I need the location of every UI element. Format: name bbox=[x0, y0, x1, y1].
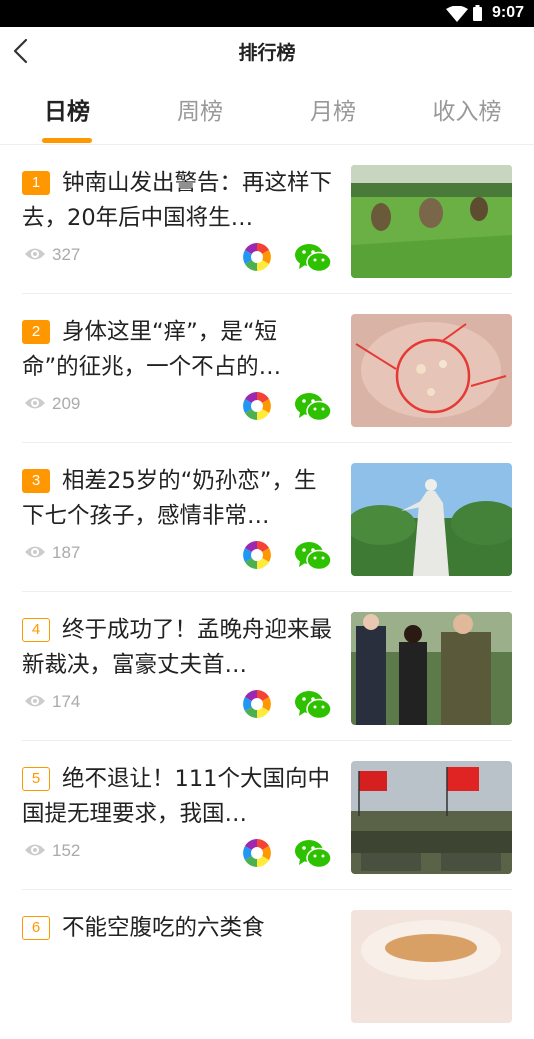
view-count: 152 bbox=[24, 841, 80, 863]
view-count: 187 bbox=[24, 543, 80, 565]
view-count-value: 152 bbox=[52, 841, 81, 860]
rank-badge: 6 bbox=[22, 916, 50, 940]
tab-monthly[interactable]: 月榜 bbox=[278, 92, 388, 126]
article-title-text: 终于成功了！孟晚舟迎来最新裁决，富豪丈夫首… bbox=[22, 617, 332, 678]
wifi-icon bbox=[446, 6, 468, 22]
article-title[interactable]: 4 终于成功了！孟晚舟迎来最新裁决，富豪丈夫首… bbox=[22, 613, 332, 683]
moments-share-icon[interactable] bbox=[242, 689, 272, 719]
list-item[interactable]: 3 相差25岁的“奶孙恋”，生下七个孩子，感情非常… 187 bbox=[0, 443, 534, 592]
wechat-share-icon[interactable] bbox=[294, 541, 332, 571]
people-walking-thumbnail[interactable] bbox=[351, 612, 512, 725]
page-title: 排行榜 bbox=[238, 42, 296, 64]
view-count-value: 327 bbox=[52, 245, 81, 264]
battery-icon bbox=[473, 5, 482, 21]
skin-closeup-thumbnail[interactable] bbox=[351, 314, 512, 427]
article-title-text: 身体这里“痒”，是“短命”的征兆，一个不占的… bbox=[22, 319, 282, 380]
moments-share-icon[interactable] bbox=[242, 391, 272, 421]
statue-thumbnail[interactable] bbox=[351, 463, 512, 576]
active-tab-indicator bbox=[42, 138, 92, 143]
eye-icon bbox=[25, 546, 45, 558]
article-title-text: 不能空腹吃的六类食 bbox=[62, 915, 265, 941]
article-title-text: 钟南山发出警告：再这样下去，20年后中国将生… bbox=[22, 170, 332, 231]
rank-badge: 4 bbox=[22, 618, 50, 642]
article-title[interactable]: 1 钟南山发出警告：再这样下去，20年后中国将生… bbox=[22, 166, 332, 236]
wechat-share-icon[interactable] bbox=[294, 243, 332, 273]
eye-icon bbox=[25, 695, 45, 707]
moments-share-icon[interactable] bbox=[242, 242, 272, 272]
view-count-value: 187 bbox=[52, 543, 81, 562]
rice-field-thumbnail[interactable] bbox=[351, 165, 512, 278]
status-time: 9:07 bbox=[491, 4, 524, 21]
nav-bar: 排行榜 bbox=[0, 27, 534, 77]
tab-daily[interactable]: 日榜 bbox=[12, 92, 122, 126]
article-title-text: 相差25岁的“奶孙恋”，生下七个孩子，感情非常… bbox=[22, 468, 317, 529]
ranking-list: 1 钟南山发出警告：再这样下去，20年后中国将生… 327 2 身体这里“痒”，… bbox=[0, 145, 534, 1039]
tab-weekly[interactable]: 周榜 bbox=[145, 92, 255, 126]
list-item[interactable]: 4 终于成功了！孟晚舟迎来最新裁决，富豪丈夫首… 174 bbox=[0, 592, 534, 741]
rank-badge: 1 bbox=[22, 171, 50, 195]
tab-income[interactable]: 收入榜 bbox=[412, 92, 522, 126]
food-bowl-thumbnail[interactable] bbox=[351, 910, 512, 1023]
moments-share-icon[interactable] bbox=[242, 540, 272, 570]
article-title[interactable]: 2 身体这里“痒”，是“短命”的征兆，一个不占的… bbox=[22, 315, 332, 385]
article-title[interactable]: 3 相差25岁的“奶孙恋”，生下七个孩子，感情非常… bbox=[22, 464, 332, 534]
list-item[interactable]: 5 绝不退让！111个大国向中国提无理要求，我国… 152 bbox=[0, 741, 534, 890]
list-item[interactable]: 2 身体这里“痒”，是“短命”的征兆，一个不占的… 209 bbox=[0, 294, 534, 443]
eye-icon bbox=[25, 844, 45, 856]
view-count-value: 209 bbox=[52, 394, 81, 413]
article-title-text: 绝不退让！111个大国向中国提无理要求，我国… bbox=[22, 766, 330, 827]
wechat-share-icon[interactable] bbox=[294, 392, 332, 422]
eye-icon bbox=[25, 397, 45, 409]
wechat-share-icon[interactable] bbox=[294, 839, 332, 869]
list-item[interactable]: 1 钟南山发出警告：再这样下去，20年后中国将生… 327 bbox=[0, 145, 534, 294]
ranking-tabs: 日榜 周榜 月榜 收入榜 bbox=[0, 80, 534, 145]
list-item[interactable]: 6 不能空腹吃的六类食 bbox=[0, 890, 534, 1039]
rank-badge: 2 bbox=[22, 320, 50, 344]
view-count: 327 bbox=[24, 245, 80, 267]
military-parade-thumbnail[interactable] bbox=[351, 761, 512, 874]
moments-share-icon[interactable] bbox=[242, 838, 272, 868]
rank-badge: 5 bbox=[22, 767, 50, 791]
eye-icon bbox=[25, 248, 45, 260]
view-count-value: 174 bbox=[52, 692, 81, 711]
rank-badge: 3 bbox=[22, 469, 50, 493]
status-bar: 9:07 bbox=[0, 0, 534, 27]
article-title[interactable]: 5 绝不退让！111个大国向中国提无理要求，我国… bbox=[22, 762, 332, 832]
view-count: 174 bbox=[24, 692, 80, 714]
view-count: 209 bbox=[24, 394, 80, 416]
article-title[interactable]: 6 不能空腹吃的六类食 bbox=[22, 911, 332, 981]
wechat-share-icon[interactable] bbox=[294, 690, 332, 720]
